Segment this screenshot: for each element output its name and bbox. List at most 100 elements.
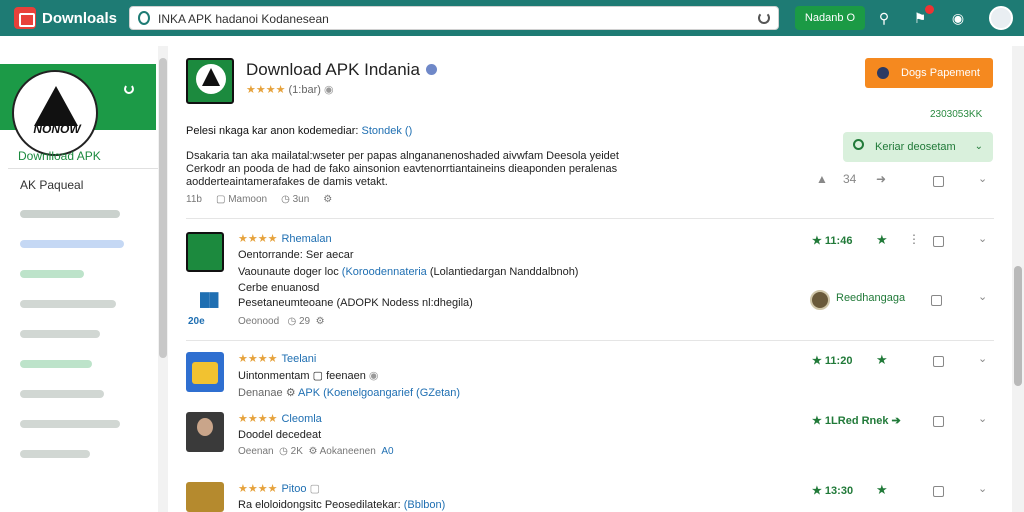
- sidebar-item-blurred[interactable]: [20, 210, 120, 218]
- app-thumbnail-icon: [186, 412, 224, 452]
- sidebar-item-blurred[interactable]: [20, 330, 100, 338]
- sidebar-item-blurred[interactable]: [20, 270, 84, 278]
- bell-icon[interactable]: ⚑: [910, 5, 934, 28]
- chevron-down-icon: ⌄: [974, 141, 983, 152]
- bookmark-icon[interactable]: [933, 486, 944, 497]
- chevron-down-icon[interactable]: ⌄: [978, 352, 987, 365]
- logo-text: NONOW: [33, 122, 81, 136]
- cta-button[interactable]: Dogs Papement: [865, 58, 993, 88]
- chevron-down-icon[interactable]: ⌄: [978, 172, 987, 185]
- more-icon[interactable]: ⋮: [908, 232, 920, 246]
- chevron-down-icon[interactable]: ⌄: [978, 290, 987, 303]
- verified-icon: [426, 64, 437, 75]
- sidebar: NONOW Downlload APK AK Paqueal: [0, 46, 158, 512]
- rating-stars: ★★★★ Rhemalan: [238, 233, 332, 245]
- search-icon[interactable]: ⚲: [874, 8, 894, 28]
- row-link[interactable]: (Koroodennateria: [342, 266, 427, 278]
- star-icon[interactable]: ★: [876, 232, 888, 248]
- row-meta: Oeonood ◷ 29 ⚙: [238, 316, 325, 327]
- app-name[interactable]: Teelani: [281, 353, 316, 365]
- settings-icon[interactable]: ◉: [948, 8, 968, 28]
- reload-icon[interactable]: [758, 12, 770, 24]
- app-thumbnail-icon: [186, 352, 224, 392]
- sidebar-scroll-thumb[interactable]: [159, 58, 167, 358]
- row-line: Uintonmentam ▢ feenaen ◉: [238, 370, 379, 382]
- row-meta-link[interactable]: A0: [381, 446, 393, 457]
- cta-label: Dogs Papement: [901, 67, 980, 79]
- row-badge: 20e: [188, 316, 205, 327]
- row-link[interactable]: APK (Koenelgoangarief (GZetan): [298, 387, 460, 399]
- list-item[interactable]: ★★★★ Teelani Uintonmentam ▢ feenaen ◉ Den…: [186, 352, 994, 402]
- search-box[interactable]: [129, 6, 779, 30]
- share-icon[interactable]: ➜: [876, 172, 886, 186]
- list-item[interactable]: ★★★★ Cleomla Doodel decedeat Oeenan ◷ 2K …: [186, 412, 994, 462]
- sidebar-item-blurred[interactable]: [20, 450, 90, 458]
- row-text: Vaounaute doger loc: [238, 266, 339, 278]
- post-meta: 11b ▢ Mamoon ◷ 3un ⚙: [186, 194, 332, 205]
- post-heading-link[interactable]: Stondek (): [362, 125, 413, 137]
- search-input[interactable]: [158, 10, 748, 27]
- meta-time-label: 3un: [292, 194, 310, 205]
- sidebar-item-paqueal[interactable]: AK Paqueal: [20, 178, 83, 192]
- sidebar-item-download-apk[interactable]: Downlload APK: [18, 149, 101, 163]
- brand[interactable]: Downloals: [14, 7, 117, 29]
- row-line: Vaounaute doger loc (Koroodennateria (Lo…: [238, 266, 578, 278]
- row-score-value: 13:30: [824, 485, 854, 497]
- chevron-down-icon[interactable]: ⌄: [978, 482, 987, 495]
- row-line: Pesetaneumteoane (ADOPK Nodess nl:dhegil…: [238, 297, 473, 309]
- row-line: Oentorrande: Ser aecar: [238, 249, 354, 261]
- top-action-button[interactable]: Nadanb O: [795, 6, 865, 30]
- search-filter-label: Keriar deosetam: [875, 141, 956, 153]
- app-logo-icon: NONOW: [12, 70, 98, 156]
- app-thumbnail-icon: [186, 232, 224, 272]
- chevron-down-icon[interactable]: ⌄: [978, 412, 987, 425]
- divider: [186, 218, 994, 219]
- settings-icon[interactable]: ⚙: [323, 194, 332, 205]
- bookmark-icon[interactable]: [933, 356, 944, 367]
- rating-stars: ★★★★ Pitoo ▢: [238, 483, 320, 495]
- sidebar-item-blurred[interactable]: [20, 360, 92, 368]
- thumbs-up-icon[interactable]: ▲: [816, 172, 828, 186]
- post-heading: Pelesi nkaga kar anon kodemediar: Stonde…: [186, 125, 412, 137]
- sidebar-item-blurred[interactable]: [20, 420, 120, 428]
- app-name[interactable]: Cleomla: [281, 413, 321, 425]
- row-meta: Oeenan ◷ 2K ⚙ Aokaneenen A0: [238, 446, 394, 457]
- profile-icon[interactable]: [989, 6, 1013, 30]
- rating-text: (1:bar): [288, 84, 321, 96]
- app-thumbnail-icon: [186, 482, 224, 512]
- user-avatar[interactable]: [810, 290, 830, 310]
- list-item[interactable]: ★★★★ Rhemalan Oentorrande: Ser aecar Vaou…: [186, 232, 994, 332]
- user-name[interactable]: Reedhangaga: [836, 292, 905, 304]
- chevron-down-icon[interactable]: ⌄: [978, 232, 987, 245]
- row-line: Doodel decedeat: [238, 429, 322, 441]
- sidebar-scrollbar[interactable]: [158, 46, 168, 512]
- bookmark-icon[interactable]: [931, 295, 942, 306]
- row-link[interactable]: (Bblbon): [404, 499, 446, 511]
- sidebar-item-blurred[interactable]: [20, 390, 104, 398]
- sidebar-logo[interactable]: NONOW: [0, 64, 156, 156]
- row-score-value: 11:20: [824, 355, 853, 367]
- bookmark-icon[interactable]: [933, 236, 944, 247]
- sidebar-item-blurred[interactable]: [20, 240, 124, 248]
- star-icon[interactable]: ★: [876, 482, 888, 498]
- list-item[interactable]: ★★★★ Pitoo ▢ Ra eloloidongsitc Peosedilat…: [186, 482, 994, 512]
- star-icon[interactable]: ★: [876, 352, 888, 368]
- row-text: Denanae: [238, 387, 283, 399]
- content-scroll-thumb[interactable]: [1014, 266, 1022, 386]
- refresh-icon[interactable]: [124, 84, 134, 94]
- search-filter-button[interactable]: Keriar deosetam ⌄: [843, 132, 993, 162]
- bookmark-icon[interactable]: [933, 416, 944, 427]
- app-name[interactable]: Rhemalan: [281, 233, 331, 245]
- row-meta-text: Aokaneenen: [319, 446, 376, 457]
- app-name[interactable]: Pitoo: [281, 483, 306, 495]
- rating-stars: ★★★★ Teelani: [238, 353, 317, 365]
- meta-author: ▢ Mamoon: [215, 194, 268, 205]
- like-count: 34: [843, 172, 857, 186]
- row-line: Cerbe enuanosd: [238, 282, 320, 294]
- post-heading-text: Pelesi nkaga kar anon kodemediar:: [186, 125, 359, 137]
- row-score-value: 1LRed Rnek: [824, 415, 889, 427]
- bookmark-icon[interactable]: [933, 176, 944, 187]
- search-icon: [853, 139, 864, 150]
- content-scrollbar[interactable]: [1012, 46, 1024, 512]
- sidebar-item-blurred[interactable]: [20, 300, 116, 308]
